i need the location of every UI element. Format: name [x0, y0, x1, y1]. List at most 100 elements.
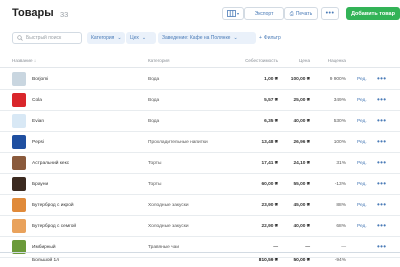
add-filter-button[interactable]: + Фильтр [259, 32, 281, 44]
items-count: 33 [60, 10, 69, 19]
add-filter-label: Фильтр [263, 35, 281, 41]
row-name[interactable]: Evian [32, 119, 44, 124]
row-price: 55,00 ₴ [293, 182, 310, 187]
row-price: 40,00 ₴ [293, 119, 310, 124]
printer-icon: ⎙ [289, 10, 294, 17]
category-filter-label: Категория [91, 35, 115, 41]
row-more-icon[interactable]: ••• [377, 137, 386, 146]
row-price: 24,10 ₴ [293, 161, 310, 166]
row-markup: 68% [336, 224, 346, 229]
row-cost: 17,41 ₴ [261, 161, 278, 166]
row-name: Большой 1л [32, 258, 60, 263]
row-price: 50,00 ₴ [293, 258, 310, 263]
edit-link[interactable]: Ред. [357, 161, 367, 166]
row-more-icon[interactable]: ••• [377, 200, 386, 209]
row-more-icon[interactable]: ••• [377, 116, 386, 125]
column-name[interactable]: Название ↓ [12, 58, 36, 63]
venue-filter[interactable]: Заведение: Кафе на Полянке ⌄ [158, 32, 256, 44]
sort-icon: ↓ [33, 58, 37, 63]
row-price: 26,96 ₴ [293, 140, 310, 145]
row-cost: 1,00 ₴ [264, 77, 278, 82]
search-icon [17, 35, 23, 41]
row-price: 25,00 ₴ [293, 98, 310, 103]
row-cost: 60,00 ₴ [261, 182, 278, 187]
row-cost: 22,90 ₴ [261, 224, 278, 229]
row-category: Прохладительные напитки [148, 140, 208, 145]
table-row[interactable]: Бутерброд с семгой Холодные закуски 22,90 … [0, 216, 400, 237]
category-filter[interactable]: Категория ⌄ [87, 32, 125, 44]
row-more-icon[interactable]: ••• [377, 74, 386, 83]
export-button[interactable]: Экспорт [244, 7, 284, 20]
table-body: Borjomi Вода 1,00 ₴ 100,00 ₴ 9 900% Ред. ••• Co… [0, 69, 400, 258]
row-name[interactable]: Pepsi [32, 140, 44, 145]
row-markup: -13% [334, 182, 346, 187]
row-more-icon[interactable]: ••• [377, 95, 386, 104]
search-box[interactable] [12, 32, 82, 44]
edit-link[interactable]: Ред. [357, 119, 367, 124]
table-row[interactable]: Астральний кекс Торты 17,41 ₴ 24,10 ₴ 31% Ред… [0, 153, 400, 174]
row-name[interactable]: Бутерброд с икрой [32, 203, 74, 208]
table-header: Название ↓ Категория Себестоимость Цена … [0, 52, 400, 68]
row-category: Холодные закуски [148, 224, 189, 229]
row-markup: 530% [333, 119, 346, 124]
view-toggle-button[interactable]: ▾ [222, 7, 244, 20]
column-cost[interactable]: Себестоимость [214, 58, 278, 63]
workshop-filter[interactable]: Цех ⌄ [126, 32, 156, 44]
row-name[interactable]: Бутерброд с семгой [32, 224, 76, 229]
product-image [12, 156, 26, 170]
row-name[interactable]: Имбирный [32, 245, 56, 250]
table-row[interactable]: Брауни Торты 60,00 ₴ 55,00 ₴ -13% Ред. ••• [0, 174, 400, 195]
row-name[interactable]: Cola [32, 98, 42, 103]
row-category: Вода [148, 77, 160, 82]
add-product-button[interactable]: Добавить товар [346, 7, 400, 20]
table-row[interactable]: Evian Вода 6,35 ₴ 40,00 ₴ 530% Ред. ••• [0, 111, 400, 132]
row-cost: 13,48 ₴ [261, 140, 278, 145]
row-price: — [305, 245, 310, 250]
table-row[interactable]: Cola Вода 5,57 ₴ 25,00 ₴ 349% Ред. ••• [0, 90, 400, 111]
edit-link[interactable]: Ред. [357, 182, 367, 187]
column-category[interactable]: Категория [148, 58, 169, 63]
row-markup: — [341, 245, 346, 250]
row-price: 45,00 ₴ [293, 203, 310, 208]
row-name[interactable]: Астральний кекс [32, 161, 69, 166]
row-cost: — [273, 245, 278, 250]
product-image [12, 135, 26, 149]
column-price[interactable]: Цена [270, 58, 310, 63]
edit-link[interactable]: Ред. [357, 98, 367, 103]
row-more-icon[interactable]: ••• [377, 179, 386, 188]
row-cost: 23,90 ₴ [261, 203, 278, 208]
table-row[interactable]: Borjomi Вода 1,00 ₴ 100,00 ₴ 9 900% Ред. ••• [0, 69, 400, 90]
row-cost: 5,57 ₴ [264, 98, 278, 103]
row-category: Вода [148, 98, 160, 103]
search-input[interactable] [26, 35, 80, 41]
chevron-down-icon: ⌄ [117, 35, 122, 41]
row-more-icon[interactable]: ••• [377, 221, 386, 230]
row-markup: 100% [333, 140, 346, 145]
row-markup: 349% [333, 98, 346, 103]
row-category: Вода [148, 119, 160, 124]
edit-link[interactable]: Ред. [357, 77, 367, 82]
product-image [12, 114, 26, 128]
row-price: 100,00 ₴ [290, 77, 310, 82]
column-markup[interactable]: Наценка [306, 58, 346, 63]
row-cost: 6,35 ₴ [264, 119, 278, 124]
print-button[interactable]: ⎙ Печать [284, 7, 318, 20]
row-markup: 88% [336, 203, 346, 208]
row-price: 40,00 ₴ [293, 224, 310, 229]
table-row[interactable]: Бутерброд с икрой Холодные закуски 23,90 ₴… [0, 195, 400, 216]
row-more-icon[interactable]: ••• [377, 158, 386, 167]
edit-link[interactable]: Ред. [357, 224, 367, 229]
chevron-down-icon: ⌄ [141, 35, 147, 41]
more-button[interactable]: ••• [321, 7, 339, 20]
filters-bar: Категория ⌄ Цех ⌄ Заведение: Кафе на Пол… [12, 32, 388, 44]
edit-link[interactable]: Ред. [357, 203, 367, 208]
edit-link[interactable]: Ред. [357, 140, 367, 145]
table-row[interactable]: Pepsi Прохладительные напитки 13,48 ₴ 26,96… [0, 132, 400, 153]
row-name[interactable]: Брауни [32, 182, 48, 187]
plus-icon: + [259, 35, 262, 41]
page-header: Товары 33 ▾ Экспорт ⎙ Печать ••• Добавит… [12, 6, 400, 22]
product-image [12, 198, 26, 212]
row-more-icon[interactable]: ••• [377, 242, 386, 251]
row-name[interactable]: Borjomi [32, 77, 48, 82]
row-category: Торты [148, 161, 162, 166]
